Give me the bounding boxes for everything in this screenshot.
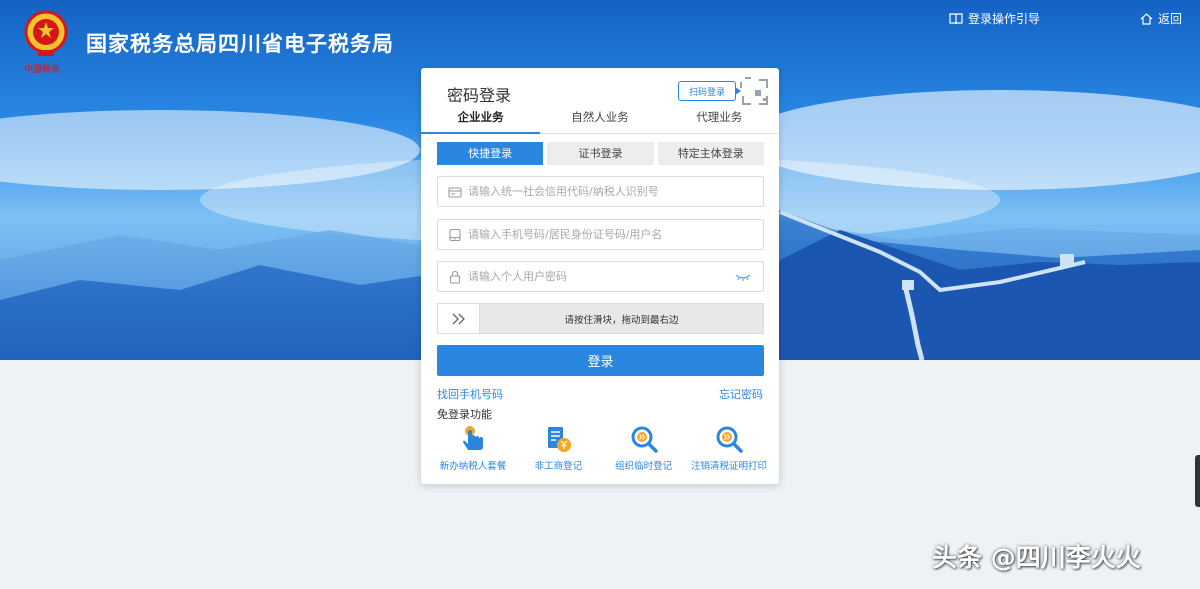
back-link[interactable]: 返回 [1140, 10, 1182, 27]
tab-special-entity-login[interactable]: 特定主体登录 [657, 142, 764, 165]
temporary-organization-registration[interactable]: 组织临时登记 [602, 424, 686, 480]
password-field [437, 261, 764, 292]
card-title: 密码登录 [447, 86, 512, 105]
forgot-password-link[interactable]: 忘记密码 [719, 386, 763, 402]
tab-agent[interactable]: 代理业务 [660, 106, 779, 133]
search-arrows-icon [631, 426, 658, 453]
document-yen-icon [548, 427, 572, 452]
main-tabs: 企业业务 自然人业务 代理业务 [421, 106, 779, 134]
double-chevron-right-icon [452, 313, 465, 324]
new-taxpayer-package[interactable]: 新办纳税人套餐 [431, 424, 515, 480]
deregistration-certificate-print[interactable]: 注销清税证明打印 [687, 424, 771, 480]
lock-icon [449, 270, 461, 284]
login-guide-link[interactable]: 登录操作引导 [949, 10, 1040, 27]
tab-certificate-login[interactable]: 证书登录 [547, 142, 654, 165]
phone-icon [449, 228, 461, 241]
phone-field [437, 219, 764, 250]
no-login-features: 新办纳税人套餐 非工商登记 组织临时登记 注销清税证明打印 [431, 424, 771, 480]
credit-code-input[interactable] [468, 185, 728, 198]
tab-individual[interactable]: 自然人业务 [540, 106, 659, 133]
book-icon [949, 12, 963, 24]
login-button[interactable]: 登录 [437, 345, 764, 376]
quick-item-label: 注销清税证明打印 [690, 461, 767, 472]
login-card: 密码登录 扫码登录 企业业务 自然人业务 代理业务 快捷登录 证书登录 特定主体… [421, 68, 779, 484]
emblem-caption: 中国税务 [24, 65, 61, 75]
quick-item-label: 新办纳税人套餐 [439, 461, 507, 472]
no-login-features-label: 免登录功能 [437, 408, 492, 421]
non-business-registration[interactable]: 非工商登记 [516, 424, 600, 480]
back-label: 返回 [1158, 12, 1183, 26]
eye-closed-icon[interactable] [735, 272, 751, 282]
slider-instruction: 请按住滑块，拖动到最右边 [564, 314, 679, 326]
sub-tabs: 快捷登录 证书登录 特定主体登录 [437, 142, 764, 165]
slider-handle[interactable] [438, 304, 480, 333]
national-emblem-icon [22, 10, 70, 60]
quick-item-label: 非工商登记 [534, 461, 583, 472]
slider-captcha: 请按住滑块，拖动到最右边 [437, 303, 764, 334]
home-icon [1140, 12, 1153, 25]
hand-pointer-icon [463, 426, 483, 450]
tab-enterprise[interactable]: 企业业务 [421, 106, 541, 134]
find-phone-link[interactable]: 找回手机号码 [437, 386, 503, 402]
qr-login-badge[interactable]: 扫码登录 [678, 81, 741, 101]
search-arrows-icon [716, 426, 743, 453]
qr-login-label: 扫码登录 [688, 87, 725, 98]
credit-code-field [437, 176, 764, 207]
login-guide-label: 登录操作引导 [968, 12, 1041, 26]
phone-input[interactable] [468, 228, 728, 241]
qr-code-icon[interactable] [739, 76, 771, 108]
watermark-text: 头条 @四川李火火 [932, 543, 1141, 572]
id-card-icon [448, 186, 462, 198]
password-input[interactable] [468, 270, 728, 283]
quick-item-label: 组织临时登记 [615, 461, 673, 472]
side-feedback-tab[interactable] [1195, 455, 1200, 507]
tab-quick-login[interactable]: 快捷登录 [437, 142, 544, 165]
site-title: 国家税务总局四川省电子税务局 [86, 32, 394, 56]
